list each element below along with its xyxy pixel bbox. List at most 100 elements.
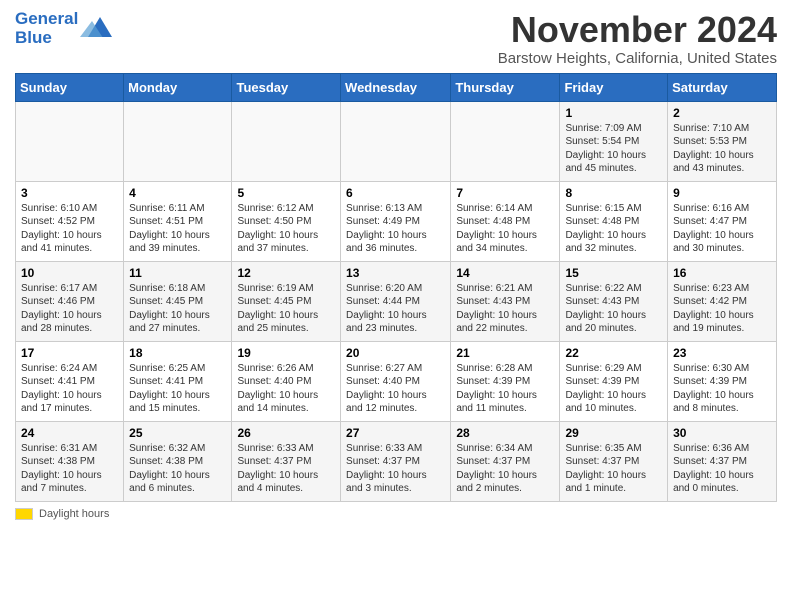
day-info: Sunrise: 6:14 AM Sunset: 4:48 PM Dayligh… [456, 202, 554, 256]
calendar-cell: 25 Sunrise: 6:32 AM Sunset: 4:38 PM Dayli… [124, 421, 232, 501]
calendar-cell: 6Sunrise: 6:13 AM Sunset: 4:49 PM Daylig… [341, 181, 451, 261]
day-number: 18 [129, 346, 226, 360]
day-number: 27 [346, 426, 445, 440]
day-info: Sunrise: 6:16 AM Sunset: 4:47 PM Dayligh… [673, 202, 771, 256]
calendar-cell: 13Sunrise: 6:20 AM Sunset: 4:44 PM Dayli… [341, 261, 451, 341]
calendar-week-2: 3Sunrise: 6:10 AM Sunset: 4:52 PM Daylig… [16, 181, 777, 261]
day-number: 20 [346, 346, 445, 360]
calendar-header-row: SundayMondayTuesdayWednesdayThursdayFrid… [16, 73, 777, 101]
day-info: Sunrise: 6:18 AM Sunset: 4:45 PM Dayligh… [129, 282, 226, 336]
day-info: Sunrise: 6:26 AM Sunset: 4:40 PM Dayligh… [237, 362, 335, 416]
calendar-dow-friday: Friday [560, 73, 668, 101]
day-info: Sunrise: 6:31 AM Sunset: 4:38 PM Dayligh… [21, 442, 118, 496]
day-info: Sunrise: 6:12 AM Sunset: 4:50 PM Dayligh… [237, 202, 335, 256]
day-info: Sunrise: 6:29 AM Sunset: 4:39 PM Dayligh… [565, 362, 662, 416]
calendar-cell: 17 Sunrise: 6:24 AM Sunset: 4:41 PM Dayli… [16, 341, 124, 421]
day-info: Sunrise: 6:23 AM Sunset: 4:42 PM Dayligh… [673, 282, 771, 336]
day-info: Sunrise: 6:32 AM Sunset: 4:38 PM Dayligh… [129, 442, 226, 496]
calendar-cell: 9 Sunrise: 6:16 AM Sunset: 4:47 PM Daylig… [668, 181, 777, 261]
day-info: Sunrise: 7:09 AM Sunset: 5:54 PM Dayligh… [565, 122, 662, 176]
day-number: 8 [565, 186, 662, 200]
calendar-week-1: 1 Sunrise: 7:09 AM Sunset: 5:54 PM Daylig… [16, 101, 777, 181]
day-info: Sunrise: 6:34 AM Sunset: 4:37 PM Dayligh… [456, 442, 554, 496]
day-info: Sunrise: 6:28 AM Sunset: 4:39 PM Dayligh… [456, 362, 554, 416]
calendar-dow-sunday: Sunday [16, 73, 124, 101]
day-info: Sunrise: 6:36 AM Sunset: 4:37 PM Dayligh… [673, 442, 771, 496]
calendar-dow-thursday: Thursday [451, 73, 560, 101]
calendar-cell: 4Sunrise: 6:11 AM Sunset: 4:51 PM Daylig… [124, 181, 232, 261]
calendar-cell: 16 Sunrise: 6:23 AM Sunset: 4:42 PM Dayli… [668, 261, 777, 341]
calendar-cell: 5Sunrise: 6:12 AM Sunset: 4:50 PM Daylig… [232, 181, 341, 261]
subtitle: Barstow Heights, California, United Stat… [498, 50, 777, 67]
calendar-cell: 1 Sunrise: 7:09 AM Sunset: 5:54 PM Daylig… [560, 101, 668, 181]
day-number: 7 [456, 186, 554, 200]
day-info: Sunrise: 6:10 AM Sunset: 4:52 PM Dayligh… [21, 202, 118, 256]
calendar-dow-tuesday: Tuesday [232, 73, 341, 101]
calendar-week-3: 10 Sunrise: 6:17 AM Sunset: 4:46 PM Dayli… [16, 261, 777, 341]
day-number: 30 [673, 426, 771, 440]
footer-note: Daylight hours [15, 508, 777, 520]
calendar-cell [341, 101, 451, 181]
calendar-cell [16, 101, 124, 181]
calendar-week-5: 24Sunrise: 6:31 AM Sunset: 4:38 PM Dayli… [16, 421, 777, 501]
calendar-cell: 18 Sunrise: 6:25 AM Sunset: 4:41 PM Dayli… [124, 341, 232, 421]
header: General Blue November 2024 Barstow Heigh… [15, 10, 777, 67]
calendar-cell: 2 Sunrise: 7:10 AM Sunset: 5:53 PM Daylig… [668, 101, 777, 181]
day-number: 4 [129, 186, 226, 200]
day-number: 23 [673, 346, 771, 360]
day-info: Sunrise: 6:25 AM Sunset: 4:41 PM Dayligh… [129, 362, 226, 416]
day-number: 12 [237, 266, 335, 280]
logo: General Blue [15, 10, 112, 47]
day-number: 28 [456, 426, 554, 440]
day-info: Sunrise: 6:24 AM Sunset: 4:41 PM Dayligh… [21, 362, 118, 416]
day-info: Sunrise: 7:10 AM Sunset: 5:53 PM Dayligh… [673, 122, 771, 176]
calendar-cell: 27 Sunrise: 6:33 AM Sunset: 4:37 PM Dayli… [341, 421, 451, 501]
calendar-cell: 23 Sunrise: 6:30 AM Sunset: 4:39 PM Dayli… [668, 341, 777, 421]
day-number: 29 [565, 426, 662, 440]
calendar-cell: 14Sunrise: 6:21 AM Sunset: 4:43 PM Dayli… [451, 261, 560, 341]
calendar-cell: 21Sunrise: 6:28 AM Sunset: 4:39 PM Dayli… [451, 341, 560, 421]
daylight-bar-icon [15, 508, 33, 520]
calendar-cell: 12Sunrise: 6:19 AM Sunset: 4:45 PM Dayli… [232, 261, 341, 341]
calendar-dow-wednesday: Wednesday [341, 73, 451, 101]
day-number: 16 [673, 266, 771, 280]
day-number: 14 [456, 266, 554, 280]
day-info: Sunrise: 6:27 AM Sunset: 4:40 PM Dayligh… [346, 362, 445, 416]
calendar-cell: 20 Sunrise: 6:27 AM Sunset: 4:40 PM Dayli… [341, 341, 451, 421]
day-info: Sunrise: 6:35 AM Sunset: 4:37 PM Dayligh… [565, 442, 662, 496]
day-number: 25 [129, 426, 226, 440]
day-info: Sunrise: 6:22 AM Sunset: 4:43 PM Dayligh… [565, 282, 662, 336]
day-number: 11 [129, 266, 226, 280]
calendar-cell: 22Sunrise: 6:29 AM Sunset: 4:39 PM Dayli… [560, 341, 668, 421]
logo-text2: Blue [15, 29, 78, 48]
day-info: Sunrise: 6:13 AM Sunset: 4:49 PM Dayligh… [346, 202, 445, 256]
calendar-cell [451, 101, 560, 181]
day-number: 1 [565, 106, 662, 120]
calendar-cell: 7 Sunrise: 6:14 AM Sunset: 4:48 PM Daylig… [451, 181, 560, 261]
calendar-week-4: 17 Sunrise: 6:24 AM Sunset: 4:41 PM Dayli… [16, 341, 777, 421]
day-info: Sunrise: 6:33 AM Sunset: 4:37 PM Dayligh… [346, 442, 445, 496]
day-number: 17 [21, 346, 118, 360]
day-number: 19 [237, 346, 335, 360]
day-number: 2 [673, 106, 771, 120]
calendar-dow-monday: Monday [124, 73, 232, 101]
day-number: 10 [21, 266, 118, 280]
calendar-cell: 29 Sunrise: 6:35 AM Sunset: 4:37 PM Dayli… [560, 421, 668, 501]
calendar-cell: 19 Sunrise: 6:26 AM Sunset: 4:40 PM Dayli… [232, 341, 341, 421]
day-info: Sunrise: 6:15 AM Sunset: 4:48 PM Dayligh… [565, 202, 662, 256]
day-number: 26 [237, 426, 335, 440]
calendar-cell: 8 Sunrise: 6:15 AM Sunset: 4:48 PM Daylig… [560, 181, 668, 261]
calendar-cell: 10 Sunrise: 6:17 AM Sunset: 4:46 PM Dayli… [16, 261, 124, 341]
day-info: Sunrise: 6:30 AM Sunset: 4:39 PM Dayligh… [673, 362, 771, 416]
logo-text1: General [15, 9, 78, 28]
day-number: 9 [673, 186, 771, 200]
calendar-body: 1 Sunrise: 7:09 AM Sunset: 5:54 PM Daylig… [16, 101, 777, 501]
calendar-cell: 11 Sunrise: 6:18 AM Sunset: 4:45 PM Dayli… [124, 261, 232, 341]
daylight-label: Daylight hours [39, 508, 109, 520]
calendar-cell: 15Sunrise: 6:22 AM Sunset: 4:43 PM Dayli… [560, 261, 668, 341]
day-info: Sunrise: 6:20 AM Sunset: 4:44 PM Dayligh… [346, 282, 445, 336]
day-info: Sunrise: 6:17 AM Sunset: 4:46 PM Dayligh… [21, 282, 118, 336]
calendar-cell: 26Sunrise: 6:33 AM Sunset: 4:37 PM Dayli… [232, 421, 341, 501]
calendar-cell: 24Sunrise: 6:31 AM Sunset: 4:38 PM Dayli… [16, 421, 124, 501]
calendar-cell [124, 101, 232, 181]
